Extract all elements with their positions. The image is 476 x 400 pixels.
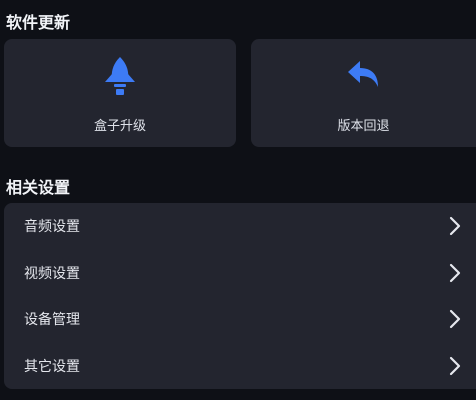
settings-item-other[interactable]: 其它设置 — [4, 343, 476, 390]
settings-item-label: 视频设置 — [24, 265, 80, 282]
settings-item-label: 设备管理 — [24, 312, 80, 329]
settings-item-label: 音频设置 — [24, 219, 80, 236]
undo-arrow-icon — [347, 61, 378, 87]
settings-item-video[interactable]: 视频设置 — [4, 250, 476, 297]
settings-list: 音频设置 视频设置 设备管理 其它设置 — [4, 203, 476, 389]
version-rollback-label: 版本回退 — [337, 119, 390, 134]
chevron-right-icon — [449, 356, 461, 375]
box-upgrade-label: 盒子升级 — [93, 119, 146, 134]
chevron-right-icon — [449, 310, 461, 329]
rocket-icon — [105, 57, 135, 95]
chevron-right-icon — [449, 217, 461, 236]
settings-item-device-management[interactable]: 设备管理 — [4, 296, 476, 343]
chevron-right-icon — [449, 263, 461, 282]
box-upgrade-card[interactable]: 盒子升级 — [4, 39, 236, 147]
settings-item-audio[interactable]: 音频设置 — [4, 203, 476, 250]
section-title-software-update: 软件更新 — [6, 13, 71, 32]
settings-item-label: 其它设置 — [24, 358, 80, 375]
version-rollback-card[interactable]: 版本回退 — [251, 39, 476, 147]
section-title-related-settings: 相关设置 — [6, 178, 71, 197]
